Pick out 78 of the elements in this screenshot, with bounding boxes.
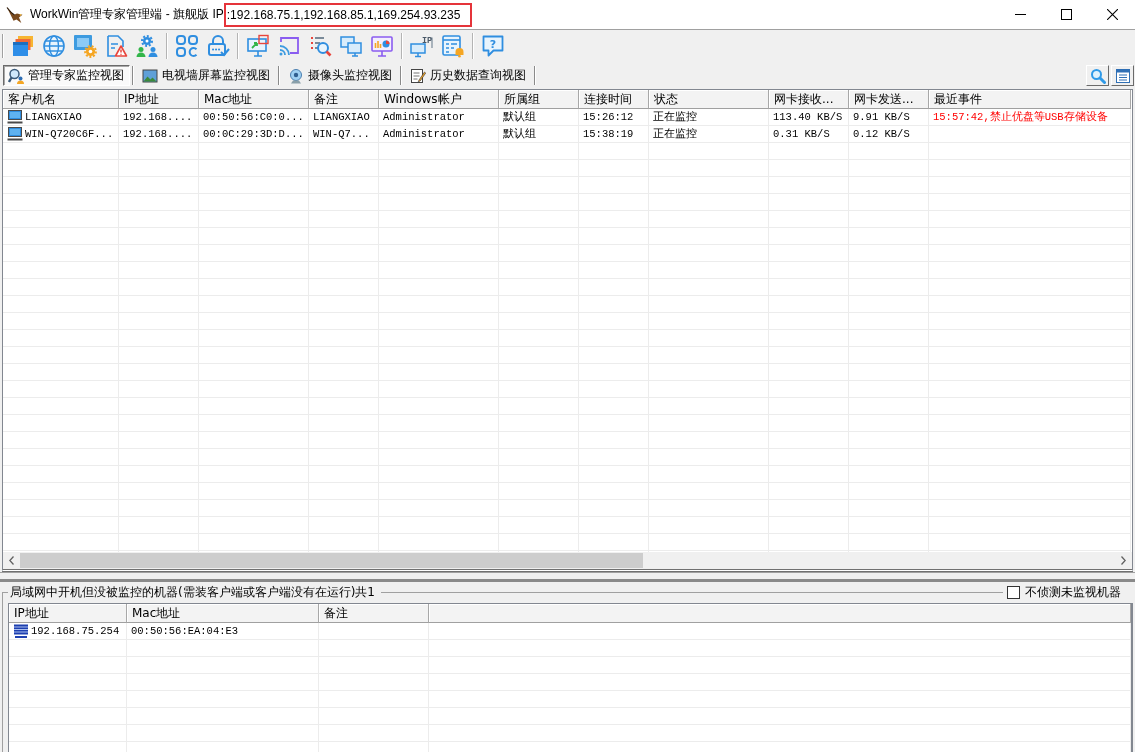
column-header[interactable]: IP地址: [9, 604, 127, 623]
column-header[interactable]: Windows帐户: [379, 90, 499, 109]
column-header[interactable]: 最近事件: [929, 90, 1131, 109]
table-cell: 00:50:56:C0:0...: [199, 109, 309, 126]
scrollbar-thumb[interactable]: [20, 553, 643, 568]
network-computer-icon: [13, 624, 29, 638]
document-warning-icon[interactable]: [104, 34, 128, 58]
monitor-arrows-icon[interactable]: [246, 34, 270, 58]
table-cell: 192.168.75.254: [31, 625, 120, 637]
screen-gear-icon[interactable]: [73, 34, 97, 58]
column-header[interactable]: 连接时间: [579, 90, 649, 109]
column-header[interactable]: Mac地址: [127, 604, 319, 623]
table-cell: Administrator: [379, 126, 499, 143]
table-cell: 15:26:12: [579, 109, 649, 126]
column-header[interactable]: IP地址: [119, 90, 199, 109]
lock-check-icon[interactable]: [206, 34, 230, 58]
landscape-picture-icon: [142, 67, 158, 84]
column-header[interactable]: 客户机名: [3, 90, 119, 109]
tab[interactable]: 电视墙屏幕监控视图: [137, 65, 276, 86]
table-cell: 正在监控: [649, 126, 769, 143]
table-cell: 0.12 KB/S: [849, 126, 929, 143]
group-title: 局域网中开机但没被监控的机器(需装客户端或客户端没有在运行)共1: [9, 584, 376, 601]
magnifier-person-icon: [8, 67, 24, 84]
tab[interactable]: 历史数据查询视图: [405, 65, 532, 86]
checkbox[interactable]: [1007, 586, 1020, 599]
rounded-squares-icon[interactable]: [175, 34, 199, 58]
close-icon: [1106, 9, 1118, 20]
list-search-icon[interactable]: [308, 34, 332, 58]
table-cell: 15:57:42,禁止优盘等USB存储设备: [929, 109, 1131, 126]
table-cell: 00:50:56:EA:04:E3: [127, 623, 319, 640]
tab[interactable]: 摄像头监控视图: [283, 65, 398, 86]
table-cell: LIANGXIAO: [25, 111, 82, 123]
list-icon: [1114, 67, 1131, 84]
list-view-button[interactable]: [1111, 65, 1134, 86]
chevron-left-icon: [9, 556, 14, 565]
minimize-icon: [1014, 14, 1026, 15]
column-header[interactable]: 备注: [319, 604, 429, 623]
table-cell: 9.91 KB/S: [849, 109, 929, 126]
column-header[interactable]: 备注: [309, 90, 379, 109]
bird-icon: [6, 5, 24, 24]
table-cell: 192.168....: [119, 126, 199, 143]
search-icon: [1089, 67, 1106, 84]
users-gear-icon[interactable]: [135, 34, 159, 58]
search-button[interactable]: [1086, 65, 1109, 86]
column-header[interactable]: 状态: [649, 90, 769, 109]
table-cell: 00:0C:29:3D:D...: [199, 126, 309, 143]
table-cell: Administrator: [379, 109, 499, 126]
table-cell: LIANGXIAO: [309, 109, 379, 126]
cast-icon[interactable]: [277, 34, 301, 58]
maximize-icon: [1060, 9, 1072, 20]
splitter-handle[interactable]: [0, 572, 1135, 582]
column-header[interactable]: 网卡发送...: [849, 90, 929, 109]
table-cell: WIN-Q7...: [309, 126, 379, 143]
table-cell: WIN-Q720C6F...: [25, 128, 114, 140]
tab[interactable]: 管理专家监控视图: [3, 65, 130, 86]
chart-monitor-icon[interactable]: [370, 34, 394, 58]
table-cell: 15:38:19: [579, 126, 649, 143]
column-header[interactable]: Mac地址: [199, 90, 309, 109]
chevron-right-icon: [1121, 556, 1126, 565]
dual-screen-icon[interactable]: [339, 34, 363, 58]
stacked-windows-icon[interactable]: [11, 34, 35, 58]
ip-address-text: :192.168.75.1,192.168.85.1,169.254.93.235: [223, 2, 473, 27]
column-header[interactable]: 所属组: [499, 90, 579, 109]
table-cell: 113.40 KB/S: [769, 109, 849, 126]
globe-icon[interactable]: [42, 34, 66, 58]
checkbox-label[interactable]: 不侦测未监视机器: [1025, 584, 1121, 601]
table-cell: 默认组: [499, 109, 579, 126]
table-cell: 0.31 KB/S: [769, 126, 849, 143]
window-title: WorkWin管理专家管理端 - 旗舰版 IP: [30, 6, 224, 23]
computer-icon: [7, 110, 23, 124]
table-cell: 192.168....: [119, 109, 199, 126]
computer-icon: [7, 127, 23, 141]
column-header[interactable]: 网卡接收...: [769, 90, 849, 109]
webcam-icon: [288, 67, 304, 84]
notepad-pencil-icon: [410, 67, 426, 84]
table-cell: 正在监控: [649, 109, 769, 126]
table-cell: 默认组: [499, 126, 579, 143]
document-bell-icon[interactable]: [441, 34, 465, 58]
